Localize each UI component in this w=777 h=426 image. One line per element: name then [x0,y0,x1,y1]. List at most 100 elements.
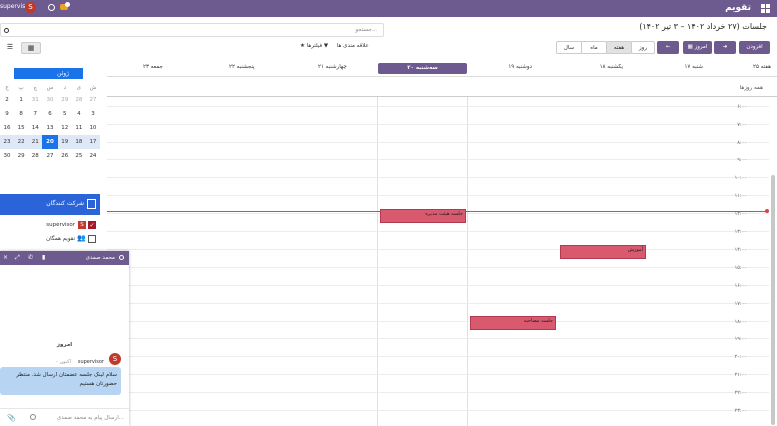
apps-grid-icon[interactable] [761,4,770,13]
attendees-filter-header[interactable]: شرکت کنندگان [0,194,100,215]
weekday-label: ج [5,85,9,91]
activity-clock-icon[interactable] [48,4,55,11]
emoji-icon[interactable] [30,414,36,420]
hour-label: ۱۴:۰۰ [734,247,747,253]
mini-calendar: ژوئن 2023 ج پ چ س د ی ش 2 1 31 30 29 28 … [0,68,100,168]
calendar-event[interactable]: آموزش [560,245,646,259]
add-button[interactable]: افزودن [739,41,770,54]
mini-day[interactable]: 30 [0,149,14,163]
next-week-button[interactable]: ➜ [714,41,736,54]
mini-day[interactable]: 28 [72,93,86,107]
close-icon[interactable]: × [3,254,8,261]
chat-day-separator: امروز [56,342,73,348]
mini-day[interactable]: 15 [14,121,28,135]
search-icon[interactable] [4,28,9,33]
calendar-event[interactable]: جلسه مصاحبه [470,316,556,330]
mini-day[interactable]: 4 [72,107,86,121]
calendar-time-grid[interactable]: ۶:۰۰ ۷:۰۰ ۸:۰۰ ۹:۰۰ ۱۰:۰۰ ۱۱:۰۰ ۱۲:۰۰ ۱۳… [107,97,769,426]
mini-day[interactable]: 12 [58,121,72,135]
mini-calendar-month[interactable]: ژوئن 2023 [14,68,83,88]
mini-day[interactable]: 24 [86,149,100,163]
attendee-checkbox[interactable]: ✓ [88,221,96,229]
mini-day[interactable]: 31 [28,93,42,107]
video-icon[interactable]: ▮ [42,254,45,261]
phone-icon[interactable]: ✆ [28,254,33,261]
attendee-item[interactable]: 👥 تقویم همگان [0,234,100,246]
hour-label: ۱۶:۰۰ [734,283,747,289]
year-view-button[interactable]: سال [556,41,582,54]
mini-day[interactable]: 10 [86,121,100,135]
mini-day[interactable]: 5 [58,107,72,121]
chat-contact-name[interactable]: محمد صمدی [86,255,115,261]
prev-week-button[interactable]: ← [657,41,679,54]
attendee-name: تقویم همگان [46,236,75,242]
mini-day[interactable]: 30 [42,93,57,107]
chat-header[interactable]: محمد صمدی × ⤢ ✆ ▮ [0,251,129,265]
day-header[interactable]: دوشنبه ۱۹ [508,64,532,70]
hour-label: ۱۷:۰۰ [734,301,747,307]
page-title: جلسات (۲۷ خرداد ۱۴۰۲ – ۳ تیر ۱۴۰۲) [639,22,767,31]
today-button[interactable]: ▦ امروز [683,41,712,54]
mini-day-today[interactable]: 20 [42,135,58,149]
calendar-view-icon[interactable]: ▦ [21,42,41,54]
filters-toggle[interactable]: ▼ فیلترها [307,43,328,49]
mini-day[interactable]: 28 [28,149,42,163]
mini-day[interactable]: 21 [28,135,43,149]
mini-day[interactable]: 16 [0,121,14,135]
mini-day[interactable]: 22 [14,135,29,149]
day-header[interactable]: شنبه ۱۷ [684,64,703,70]
attendee-checkbox[interactable] [88,235,96,243]
message-input[interactable]: ارسال پیام به محمد صمدی... [57,415,124,421]
mini-day[interactable]: 7 [28,107,42,121]
mini-day[interactable]: 13 [42,121,57,135]
mini-day[interactable]: 17 [85,135,100,149]
today-label: امروز [694,44,708,50]
mini-day[interactable]: 6 [42,107,57,121]
mini-day[interactable]: 19 [57,135,72,149]
day-header-today[interactable]: سه‌شنبه ۲۰ [378,63,467,74]
month-view-button[interactable]: ماه [581,41,607,54]
hour-line [107,195,769,196]
attendee-item[interactable]: ✓ S supervisor [0,220,100,232]
day-header[interactable]: چهارشنبه ۲۱ [318,64,347,70]
mini-day[interactable]: 27 [86,93,100,107]
mini-day[interactable]: 11 [72,121,86,135]
chat-composer[interactable]: 📎 ارسال پیام به محمد صمدی... [0,408,129,426]
day-header[interactable]: پنجشنبه ۲۲ [229,64,255,70]
day-header[interactable]: جمعه ۲۳ [143,64,163,70]
all-day-row[interactable]: همه روزها [107,78,777,97]
mini-day[interactable]: 1 [14,93,28,107]
mini-day[interactable]: 3 [86,107,100,121]
calendar-event[interactable]: جلسه هیئت مدیره [380,209,466,223]
mini-day[interactable]: 26 [58,149,72,163]
hour-label: ۱۵:۰۰ [734,265,747,271]
mini-day[interactable]: 14 [28,121,42,135]
mini-day[interactable]: 2 [0,93,14,107]
calendar-week-header: هفته ۲۵ شنبه ۱۷ یکشنبه ۱۸ دوشنبه ۱۹ سه‌ش… [107,60,777,77]
day-view-button[interactable]: روز [631,41,655,54]
week-view-button[interactable]: هفته [606,41,632,54]
mini-day[interactable]: 9 [0,107,14,121]
weekday-label: ش [89,85,97,91]
vertical-scrollbar[interactable] [771,175,775,425]
mini-day[interactable]: 29 [58,93,72,107]
mini-day[interactable]: 27 [42,149,57,163]
mini-day[interactable]: 25 [72,149,86,163]
attendees-select-all-checkbox[interactable] [87,199,96,209]
day-header[interactable]: یکشنبه ۱۸ [600,64,623,70]
mini-day[interactable]: 23 [0,135,15,149]
search-bar[interactable]: جستجو... [0,23,384,37]
event-title: جلسه هیئت مدیره [425,211,463,217]
hour-label: ۲۳:۰۰ [734,408,747,414]
app-title[interactable]: تقویم [725,3,751,13]
search-input[interactable]: جستجو... [355,27,377,33]
message-author: supervisor [77,359,104,365]
user-avatar[interactable]: S [25,2,36,13]
attachment-icon[interactable]: 📎 [7,414,16,422]
hour-line [107,374,769,375]
list-view-icon[interactable]: ☰ [0,42,20,54]
mini-day[interactable]: 18 [71,135,86,149]
mini-day[interactable]: 8 [14,107,28,121]
mini-day[interactable]: 29 [14,149,28,163]
expand-icon[interactable]: ⤢ [15,254,20,262]
